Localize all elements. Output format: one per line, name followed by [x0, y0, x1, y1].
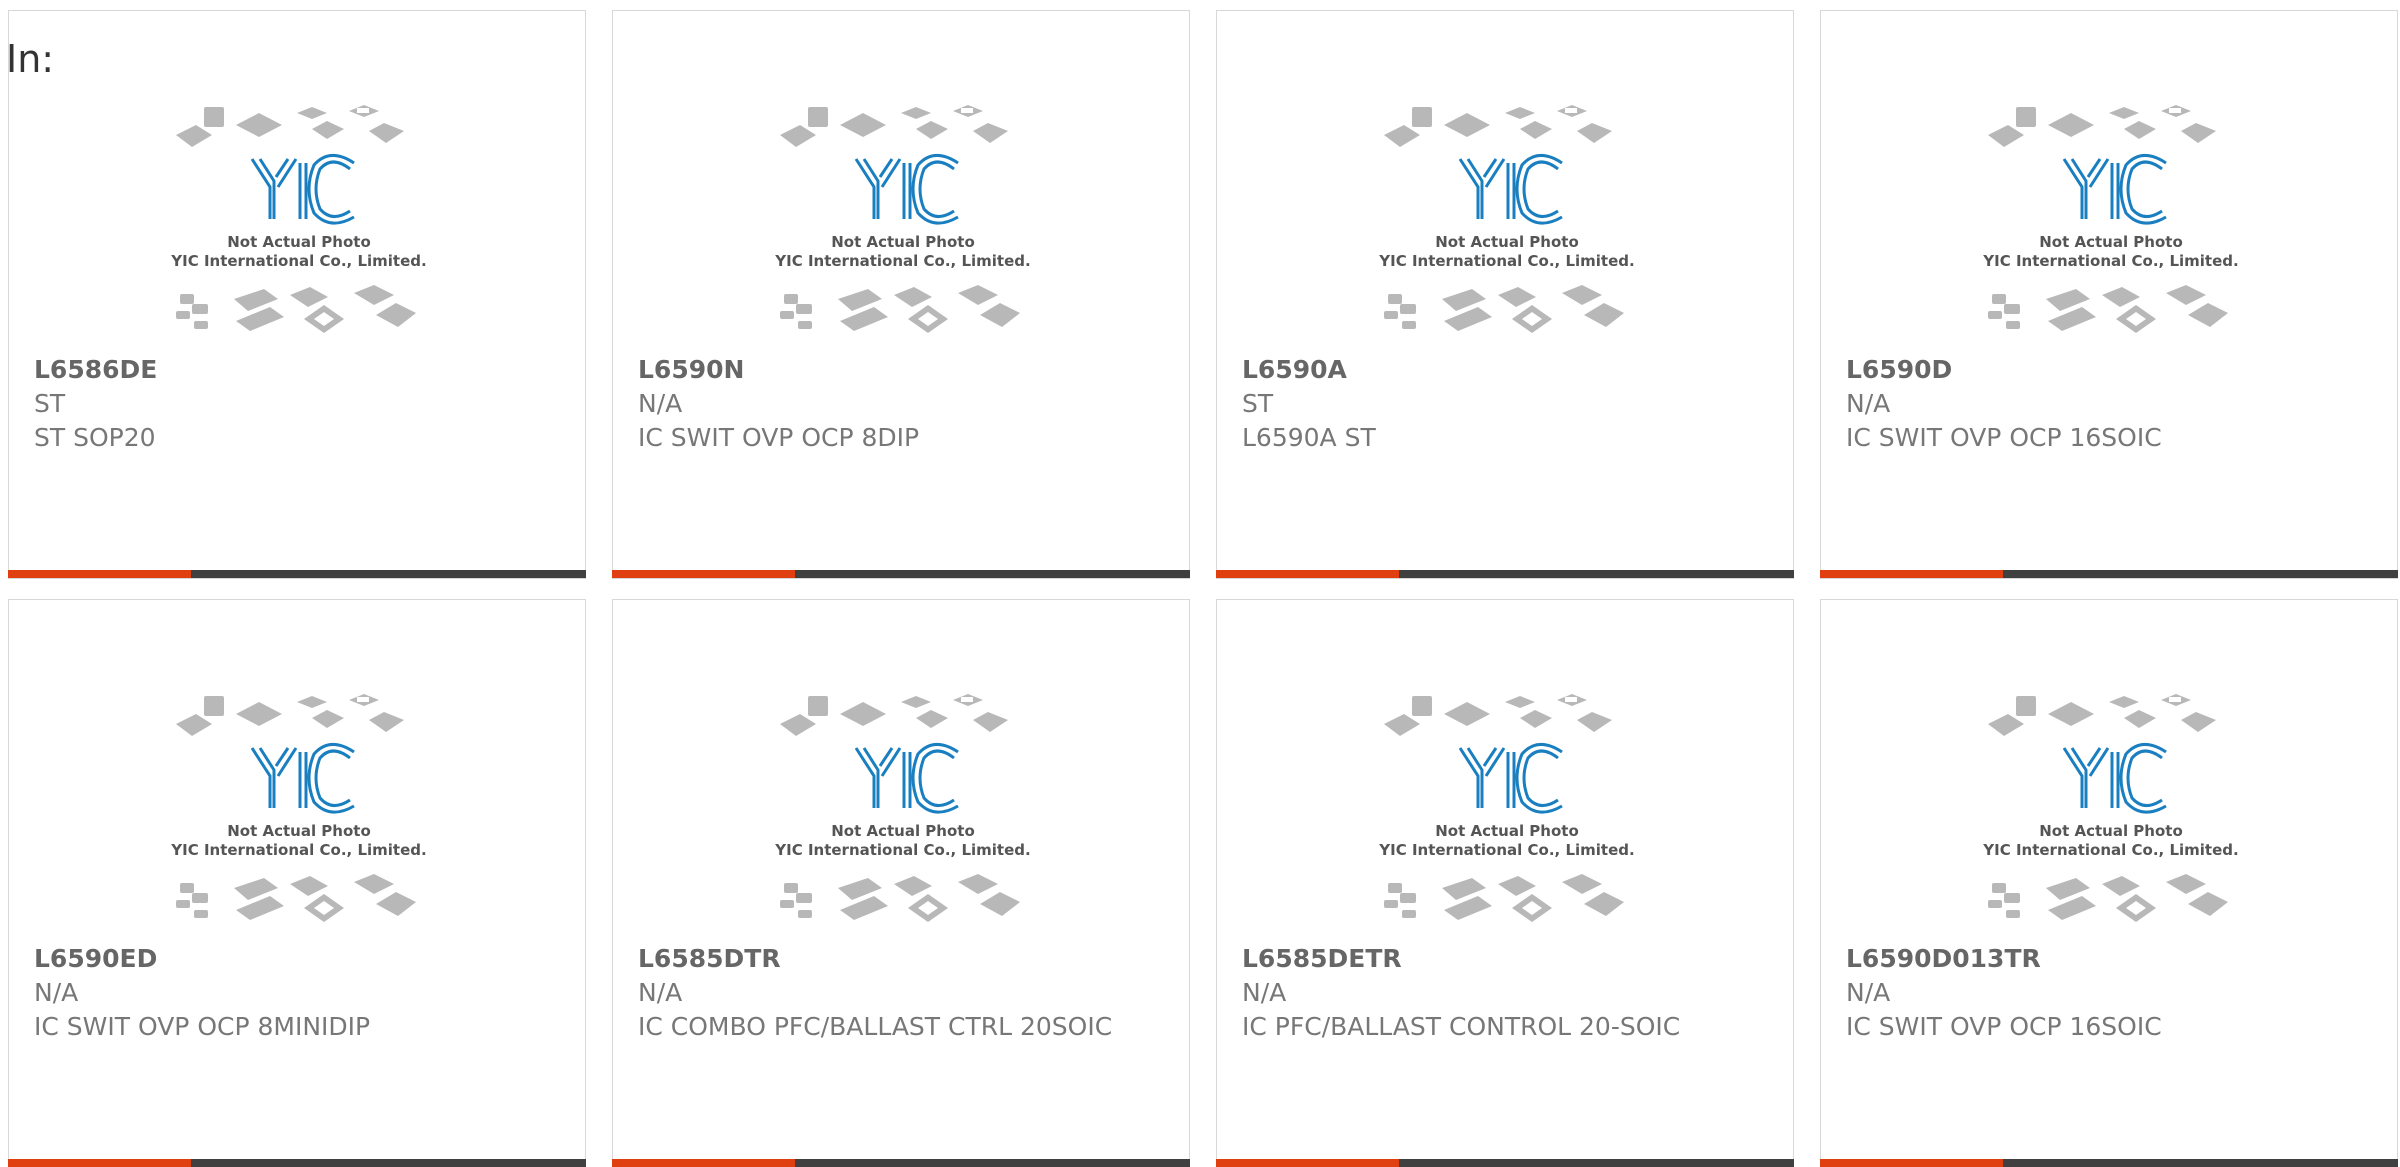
- card-bar-accent: [1216, 1159, 1399, 1167]
- placeholder-line1: Not Actual Photo: [2039, 233, 2183, 251]
- product-manufacturer: N/A: [1242, 978, 1287, 1007]
- product-card[interactable]: Not Actual Photo YIC International Co., …: [612, 10, 1190, 579]
- product-info: L6590D013TR N/A IC SWIT OVP OCP 16SOIC: [1846, 942, 2346, 1044]
- placeholder-image-icon: Not Actual Photo YIC International Co., …: [774, 694, 1031, 922]
- placeholder-line1: Not Actual Photo: [227, 233, 371, 251]
- product-part-number[interactable]: L6590N: [638, 353, 1138, 387]
- product-card[interactable]: Not Actual Photo YIC International Co., …: [1820, 599, 2398, 1167]
- placeholder-image-icon: Not Actual Photo YIC International Co., …: [170, 105, 427, 333]
- product-image[interactable]: Not Actual Photo YIC International Co., …: [1976, 99, 2246, 349]
- placeholder-image-icon: Not Actual Photo YIC International Co., …: [774, 105, 1031, 333]
- card-bar-accent: [612, 1159, 795, 1167]
- card-bar-accent: [8, 1159, 191, 1167]
- product-part-number[interactable]: L6590ED: [34, 942, 534, 976]
- placeholder-line2: YIC International Co., Limited.: [1982, 252, 2238, 270]
- placeholder-line2: YIC International Co., Limited.: [1982, 841, 2238, 859]
- product-info: L6585DETR N/A IC PFC/BALLAST CONTROL 20-…: [1242, 942, 1742, 1044]
- card-bar-accent: [612, 570, 795, 578]
- product-card[interactable]: Not Actual Photo YIC International Co., …: [8, 599, 586, 1167]
- placeholder-line2: YIC International Co., Limited.: [774, 841, 1030, 859]
- product-part-number[interactable]: L6585DTR: [638, 942, 1138, 976]
- placeholder-image-icon: Not Actual Photo YIC International Co., …: [170, 694, 427, 922]
- product-image[interactable]: Not Actual Photo YIC International Co., …: [1976, 688, 2246, 938]
- card-bottom-bar: [1820, 1159, 2398, 1167]
- placeholder-image-icon: Not Actual Photo YIC International Co., …: [1378, 105, 1635, 333]
- product-image[interactable]: Not Actual Photo YIC International Co., …: [768, 688, 1038, 938]
- product-part-number[interactable]: L6586DE: [34, 353, 534, 387]
- card-bottom-bar: [1216, 1159, 1794, 1167]
- product-description: IC SWIT OVP OCP 16SOIC: [1846, 1012, 2162, 1041]
- product-manufacturer: N/A: [1846, 389, 1891, 418]
- product-info: L6590A ST L6590A ST: [1242, 353, 1742, 455]
- product-part-number[interactable]: L6590D013TR: [1846, 942, 2346, 976]
- product-manufacturer: N/A: [34, 978, 79, 1007]
- product-description: IC COMBO PFC/BALLAST CTRL 20SOIC: [638, 1012, 1113, 1041]
- placeholder-line2: YIC International Co., Limited.: [1378, 841, 1634, 859]
- product-manufacturer: ST: [34, 389, 66, 418]
- product-card[interactable]: Not Actual Photo YIC International Co., …: [8, 10, 586, 579]
- product-grid: Not Actual Photo YIC International Co., …: [8, 10, 2400, 1167]
- placeholder-line1: Not Actual Photo: [831, 822, 975, 840]
- product-image[interactable]: Not Actual Photo YIC International Co., …: [164, 99, 434, 349]
- product-card[interactable]: Not Actual Photo YIC International Co., …: [1820, 10, 2398, 579]
- product-description: ST SOP20: [34, 423, 156, 452]
- card-bar-accent: [1216, 570, 1399, 578]
- filter-label: In:: [6, 37, 55, 81]
- placeholder-line2: YIC International Co., Limited.: [170, 252, 426, 270]
- placeholder-image-icon: Not Actual Photo YIC International Co., …: [1378, 694, 1635, 922]
- placeholder-image-icon: Not Actual Photo YIC International Co., …: [1982, 105, 2239, 333]
- card-bar-accent: [1820, 1159, 2003, 1167]
- product-image[interactable]: Not Actual Photo YIC International Co., …: [164, 688, 434, 938]
- product-description: IC PFC/BALLAST CONTROL 20-SOIC: [1242, 1012, 1681, 1041]
- product-info: L6590N N/A IC SWIT OVP OCP 8DIP: [638, 353, 1138, 455]
- product-description: IC SWIT OVP OCP 16SOIC: [1846, 423, 2162, 452]
- product-image[interactable]: Not Actual Photo YIC International Co., …: [768, 99, 1038, 349]
- product-part-number[interactable]: L6590A: [1242, 353, 1742, 387]
- card-bar-accent: [8, 570, 191, 578]
- card-bottom-bar: [1216, 570, 1794, 578]
- placeholder-line2: YIC International Co., Limited.: [170, 841, 426, 859]
- product-manufacturer: N/A: [638, 978, 683, 1007]
- product-manufacturer: N/A: [1846, 978, 1891, 1007]
- placeholder-image-icon: Not Actual Photo YIC International Co., …: [1982, 694, 2239, 922]
- placeholder-line1: Not Actual Photo: [227, 822, 371, 840]
- product-part-number[interactable]: L6590D: [1846, 353, 2346, 387]
- product-manufacturer: N/A: [638, 389, 683, 418]
- placeholder-line1: Not Actual Photo: [1435, 822, 1579, 840]
- product-image[interactable]: Not Actual Photo YIC International Co., …: [1372, 688, 1642, 938]
- card-bottom-bar: [612, 570, 1190, 578]
- card-bottom-bar: [8, 1159, 586, 1167]
- product-manufacturer: ST: [1242, 389, 1274, 418]
- card-bottom-bar: [1820, 570, 2398, 578]
- product-card[interactable]: Not Actual Photo YIC International Co., …: [1216, 599, 1794, 1167]
- product-description: IC SWIT OVP OCP 8DIP: [638, 423, 920, 452]
- product-part-number[interactable]: L6585DETR: [1242, 942, 1742, 976]
- page: In: Not Actual Photo YIC International C…: [0, 0, 2400, 1167]
- card-bottom-bar: [8, 570, 586, 578]
- placeholder-line1: Not Actual Photo: [1435, 233, 1579, 251]
- product-info: L6590D N/A IC SWIT OVP OCP 16SOIC: [1846, 353, 2346, 455]
- product-info: L6590ED N/A IC SWIT OVP OCP 8MINIDIP: [34, 942, 534, 1044]
- placeholder-line2: YIC International Co., Limited.: [1378, 252, 1634, 270]
- product-description: IC SWIT OVP OCP 8MINIDIP: [34, 1012, 371, 1041]
- card-bottom-bar: [612, 1159, 1190, 1167]
- product-image[interactable]: Not Actual Photo YIC International Co., …: [1372, 99, 1642, 349]
- product-description: L6590A ST: [1242, 423, 1376, 452]
- product-info: L6586DE ST ST SOP20: [34, 353, 534, 455]
- placeholder-line1: Not Actual Photo: [831, 233, 975, 251]
- card-bar-accent: [1820, 570, 2003, 578]
- product-card[interactable]: Not Actual Photo YIC International Co., …: [1216, 10, 1794, 579]
- product-card[interactable]: Not Actual Photo YIC International Co., …: [612, 599, 1190, 1167]
- product-info: L6585DTR N/A IC COMBO PFC/BALLAST CTRL 2…: [638, 942, 1138, 1044]
- placeholder-line2: YIC International Co., Limited.: [774, 252, 1030, 270]
- placeholder-line1: Not Actual Photo: [2039, 822, 2183, 840]
